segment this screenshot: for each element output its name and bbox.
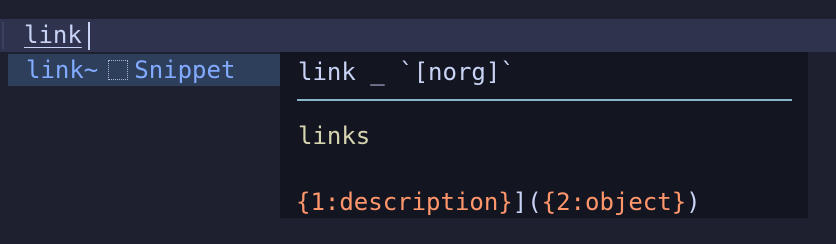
doc-title: link _ `[norg]` <box>298 58 515 86</box>
completion-menu-item[interactable]: link~ Snippet <box>8 54 280 86</box>
doc-snippet-body: {1:description}]({2:object}) <box>296 186 701 218</box>
snippet-text-end: ) <box>686 188 701 216</box>
placeholder-description: {1:description} <box>296 188 513 216</box>
placeholder-object: {2:object} <box>541 188 687 216</box>
editor-line-text[interactable]: link <box>24 19 82 52</box>
doc-separator <box>297 99 792 101</box>
completion-kind: Snippet <box>134 56 236 84</box>
snippet-icon <box>108 60 129 80</box>
completion-word: link~ <box>26 56 99 84</box>
sign-column-bar <box>2 22 4 49</box>
cursor-line-highlight <box>0 19 836 52</box>
documentation-window: link _ `[norg]` links {1:description}]({… <box>280 52 808 218</box>
snippet-text: ]( <box>512 188 542 216</box>
text-cursor <box>88 22 90 50</box>
doc-description: links <box>298 122 371 150</box>
